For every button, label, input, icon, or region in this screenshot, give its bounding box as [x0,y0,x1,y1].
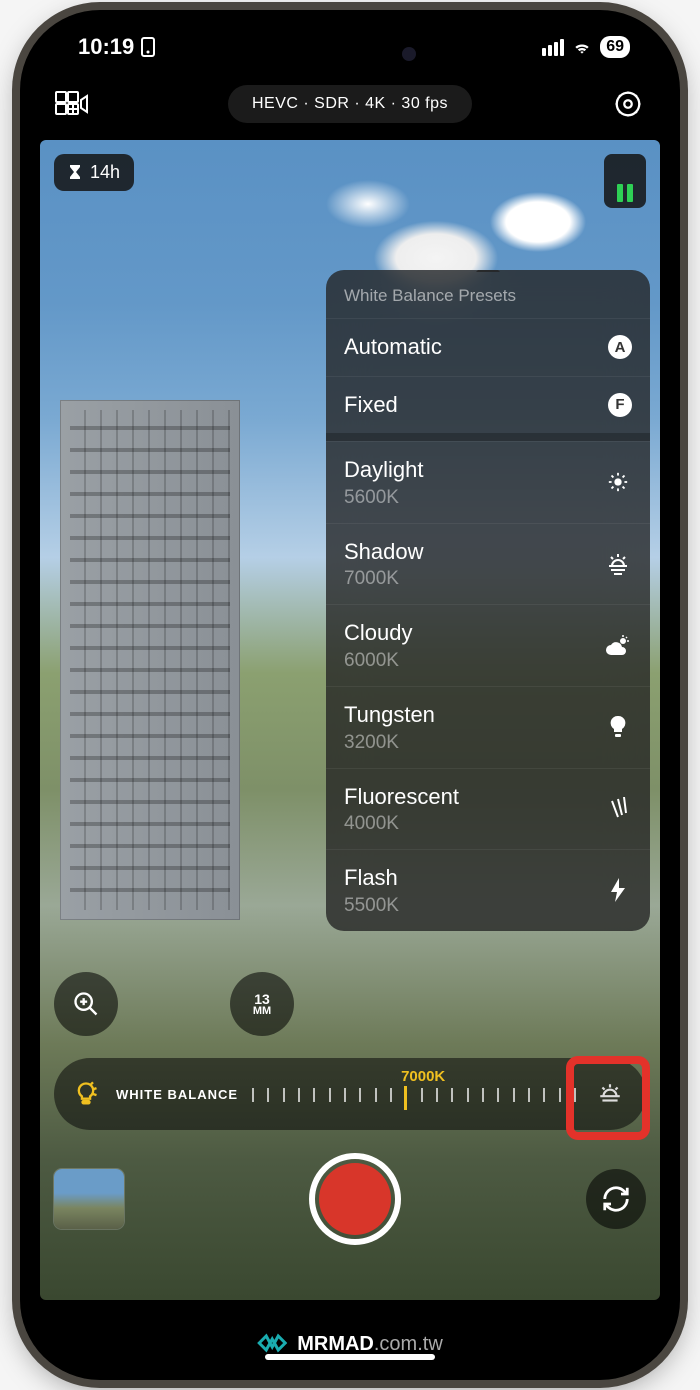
wb-item-tungsten[interactable]: Tungsten 3200K [326,686,650,768]
popup-divider [326,433,650,441]
wb-label: WHITE BALANCE [116,1087,238,1102]
bottom-controls [54,1144,646,1254]
wb-item-temp: 6000K [344,650,412,672]
wb-item-label: Cloudy [344,619,412,648]
wb-item-temp: 7000K [344,568,424,590]
bulb-icon [604,713,632,741]
cloud-sun-icon [604,632,632,660]
viewfinder[interactable]: 14h White Balance Presets Automatic A Fi… [40,140,660,1300]
wb-slider[interactable]: 7000K [252,1074,576,1114]
orientation-lock-icon [140,37,156,57]
switch-camera-icon [601,1184,631,1214]
wb-item-label: Flash [344,864,399,893]
watermark-brand: MRMAD [297,1333,374,1355]
record-button[interactable] [309,1153,401,1245]
wb-value: 7000K [401,1068,445,1085]
gallery-thumbnail[interactable] [54,1169,124,1229]
magnify-plus-icon [72,990,100,1018]
wb-item-automatic[interactable]: Automatic A [326,318,650,376]
sunset-icon [597,1081,623,1107]
wb-item-fixed[interactable]: Fixed F [326,376,650,434]
multicam-icon[interactable] [54,86,90,122]
zoom-button[interactable] [54,972,118,1036]
status-time: 10:19 [78,34,134,60]
focal-mm: 13 [254,992,270,1006]
wb-popup-title: White Balance Presets [326,270,650,318]
wb-item-label: Fluorescent [344,783,459,812]
wb-item-shadow[interactable]: Shadow 7000K [326,523,650,605]
format-pill[interactable]: HEVC · SDR · 4K · 30 fps [228,85,472,123]
focal-length-button[interactable]: 13 MM [230,972,294,1036]
cellular-icon [542,39,564,56]
wb-item-daylight[interactable]: Daylight 5600K [326,441,650,523]
home-indicator[interactable] [265,1354,435,1360]
wb-item-flash[interactable]: Flash 5500K [326,849,650,931]
fluorescent-icon [604,795,632,823]
sun-icon [604,468,632,496]
wifi-icon [572,37,592,57]
focal-unit: MM [253,1006,271,1017]
wb-item-fluorescent[interactable]: Fluorescent 4000K [326,768,650,850]
auto-badge-icon: A [608,335,632,359]
sunset-icon [604,550,632,578]
fixed-badge-icon: F [608,393,632,417]
building-facade [60,400,240,920]
wb-item-temp: 4000K [344,813,459,835]
wb-presets-popup: White Balance Presets Automatic A Fixed … [326,270,650,931]
wb-mode-icon[interactable] [70,1078,102,1110]
storage-time: 14h [90,162,120,183]
wb-item-cloudy[interactable]: Cloudy 6000K [326,604,650,686]
record-indicator [319,1163,391,1235]
watermark-domain: .com.tw [374,1333,443,1355]
top-toolbar: HEVC · SDR · 4K · 30 fps [30,74,670,134]
wb-ticks [252,1088,576,1108]
storage-badge[interactable]: 14h [54,154,134,191]
settings-gear-icon[interactable] [610,86,646,122]
wb-item-temp: 5600K [344,487,423,509]
wb-item-label: Automatic [344,333,442,362]
wb-item-label: Shadow [344,538,424,567]
wb-item-label: Tungsten [344,701,435,730]
wb-item-temp: 3200K [344,732,435,754]
wb-control-bar: WHITE BALANCE 7000K [54,1058,646,1130]
wb-item-temp: 5500K [344,895,399,917]
wb-cursor [404,1086,407,1110]
audio-level-badge[interactable] [604,154,646,208]
hourglass-icon [68,164,82,182]
dynamic-island [270,34,430,74]
camera-switch-button[interactable] [586,1169,646,1229]
wb-preset-button[interactable] [590,1074,630,1114]
battery-icon: 69 [600,36,630,58]
wb-item-label: Daylight [344,456,423,485]
flash-icon [604,876,632,904]
popup-caret [476,270,500,272]
wb-item-label: Fixed [344,391,398,420]
